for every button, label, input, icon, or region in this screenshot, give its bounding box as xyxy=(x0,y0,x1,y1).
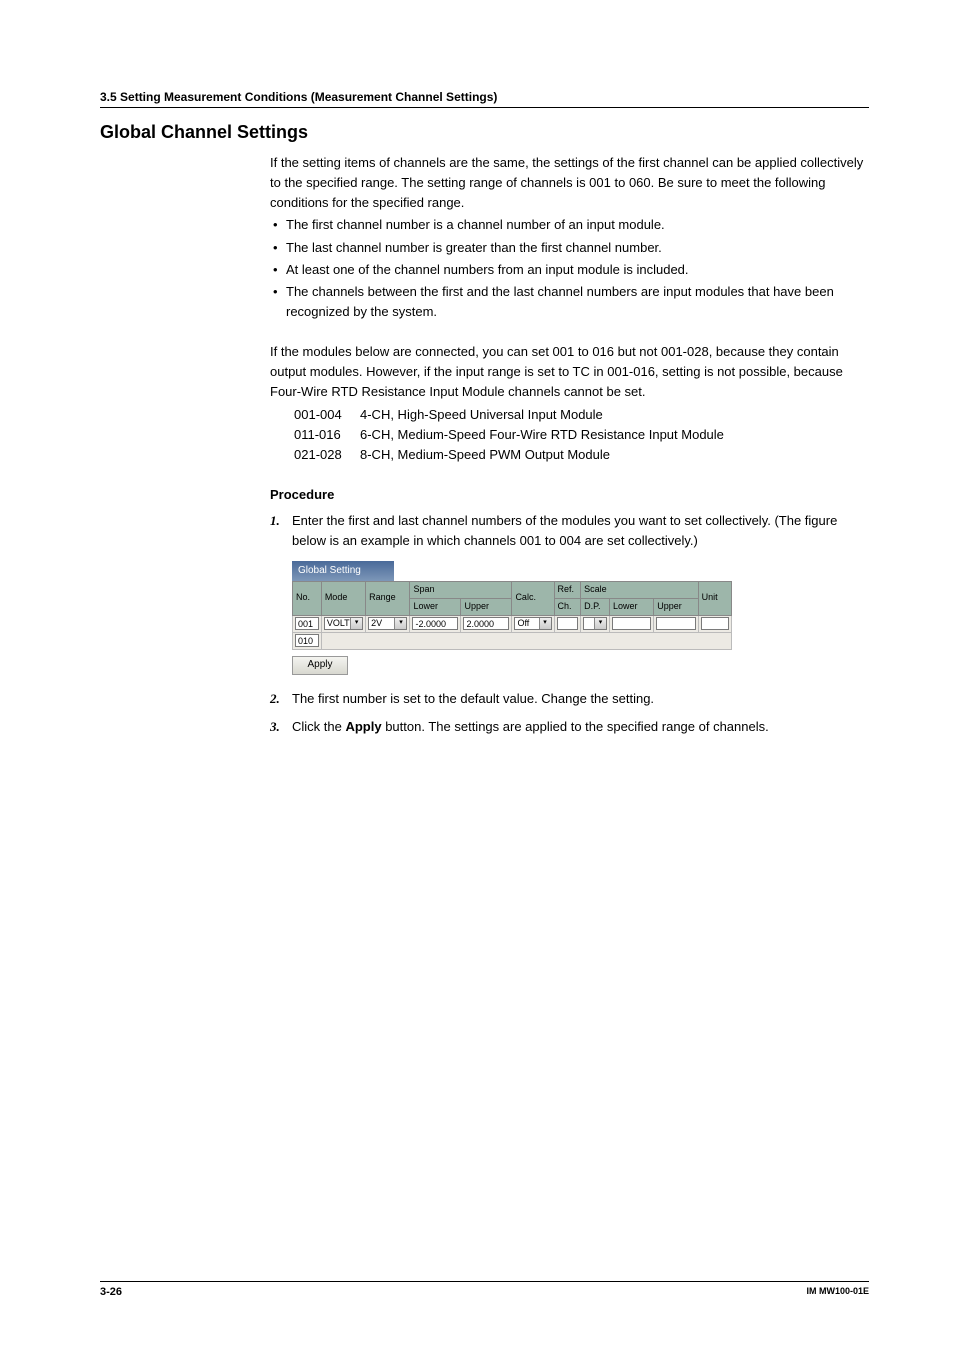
step-1: 1. Enter the first and last channel numb… xyxy=(270,511,869,675)
module-range: 001-004 xyxy=(294,405,360,425)
apply-button[interactable]: Apply xyxy=(292,656,348,675)
step-number: 1. xyxy=(270,511,280,531)
calc-select[interactable]: Off▾ xyxy=(514,617,551,630)
page-title: Global Channel Settings xyxy=(100,122,869,143)
condition-item: The first channel number is a channel nu… xyxy=(270,215,869,235)
step-text: The first number is set to the default v… xyxy=(292,691,654,706)
th-calc: Calc. xyxy=(512,581,554,615)
intro-paragraph: If the setting items of channels are the… xyxy=(270,153,869,213)
doc-id: IM MW100-01E xyxy=(806,1286,869,1298)
step-text: Click the Apply button. The settings are… xyxy=(292,719,769,734)
span-upper-input[interactable]: 2.0000 xyxy=(463,617,509,630)
procedure-heading: Procedure xyxy=(270,485,869,505)
table-row: 010 xyxy=(293,632,732,649)
procedure-steps: 1. Enter the first and last channel numb… xyxy=(270,511,869,737)
no-input[interactable]: 001 xyxy=(295,617,319,630)
dp-select[interactable]: ▾ xyxy=(583,617,607,630)
condition-item: At least one of the channel numbers from… xyxy=(270,260,869,280)
step-2: 2. The first number is set to the defaul… xyxy=(270,689,869,709)
module-desc: 6-CH, Medium-Speed Four-Wire RTD Resista… xyxy=(360,425,724,445)
ref-input[interactable] xyxy=(557,617,579,630)
step-3: 3. Click the Apply button. The settings … xyxy=(270,717,869,737)
module-row: 001-004 4-CH, High-Speed Universal Input… xyxy=(294,405,869,425)
th-ref-ch: Ch. xyxy=(554,598,581,615)
scale-upper-input[interactable] xyxy=(656,617,695,630)
th-scale-upper: Upper xyxy=(654,598,698,615)
step-number: 3. xyxy=(270,717,280,737)
th-span: Span xyxy=(410,581,512,598)
page-footer: 3-26 IM MW100-01E xyxy=(100,1281,869,1298)
chevron-down-icon: ▾ xyxy=(394,618,406,629)
step-text: Enter the first and last channel numbers… xyxy=(292,513,837,548)
settings-table: No. Mode Range Span Calc. Ref. Scale Uni… xyxy=(292,581,732,650)
unit-input[interactable] xyxy=(701,617,729,630)
table-row: 001 VOLT▾ 2V▾ -2.0000 2.0000 Off▾ ▾ xyxy=(293,615,732,632)
scale-lower-input[interactable] xyxy=(612,617,651,630)
th-unit: Unit xyxy=(698,581,731,615)
module-desc: 8-CH, Medium-Speed PWM Output Module xyxy=(360,445,610,465)
th-span-upper: Upper xyxy=(461,598,512,615)
chevron-down-icon: ▾ xyxy=(350,618,362,629)
no-input[interactable]: 010 xyxy=(295,634,319,647)
th-scale-dp: D.P. xyxy=(581,598,610,615)
module-range: 021-028 xyxy=(294,445,360,465)
span-lower-input[interactable]: -2.0000 xyxy=(412,617,458,630)
module-row: 021-028 8-CH, Medium-Speed PWM Output Mo… xyxy=(294,445,869,465)
global-setting-panel: Global Setting No. Mode Range Span xyxy=(292,561,732,674)
th-ref: Ref. xyxy=(554,581,581,598)
module-desc: 4-CH, High-Speed Universal Input Module xyxy=(360,405,603,425)
step-number: 2. xyxy=(270,689,280,709)
th-no: No. xyxy=(293,581,322,615)
chevron-down-icon: ▾ xyxy=(594,618,606,629)
conditions-list: The first channel number is a channel nu… xyxy=(270,215,869,322)
th-span-lower: Lower xyxy=(410,598,461,615)
th-scale: Scale xyxy=(581,581,699,598)
mode-select[interactable]: VOLT▾ xyxy=(324,617,363,630)
condition-item: The channels between the first and the l… xyxy=(270,282,869,322)
condition-item: The last channel number is greater than … xyxy=(270,238,869,258)
panel-title: Global Setting xyxy=(292,561,394,581)
page-number: 3-26 xyxy=(100,1286,122,1298)
th-mode: Mode xyxy=(321,581,365,615)
range-select[interactable]: 2V▾ xyxy=(368,617,407,630)
module-range: 011-016 xyxy=(294,425,360,445)
th-range: Range xyxy=(366,581,410,615)
note-paragraph: If the modules below are connected, you … xyxy=(270,342,869,402)
chevron-down-icon: ▾ xyxy=(539,618,551,629)
module-row: 011-016 6-CH, Medium-Speed Four-Wire RTD… xyxy=(294,425,869,445)
body-content: If the setting items of channels are the… xyxy=(270,153,869,737)
section-breadcrumb: 3.5 Setting Measurement Conditions (Meas… xyxy=(100,90,869,108)
th-scale-lower: Lower xyxy=(609,598,653,615)
module-list: 001-004 4-CH, High-Speed Universal Input… xyxy=(294,405,869,465)
